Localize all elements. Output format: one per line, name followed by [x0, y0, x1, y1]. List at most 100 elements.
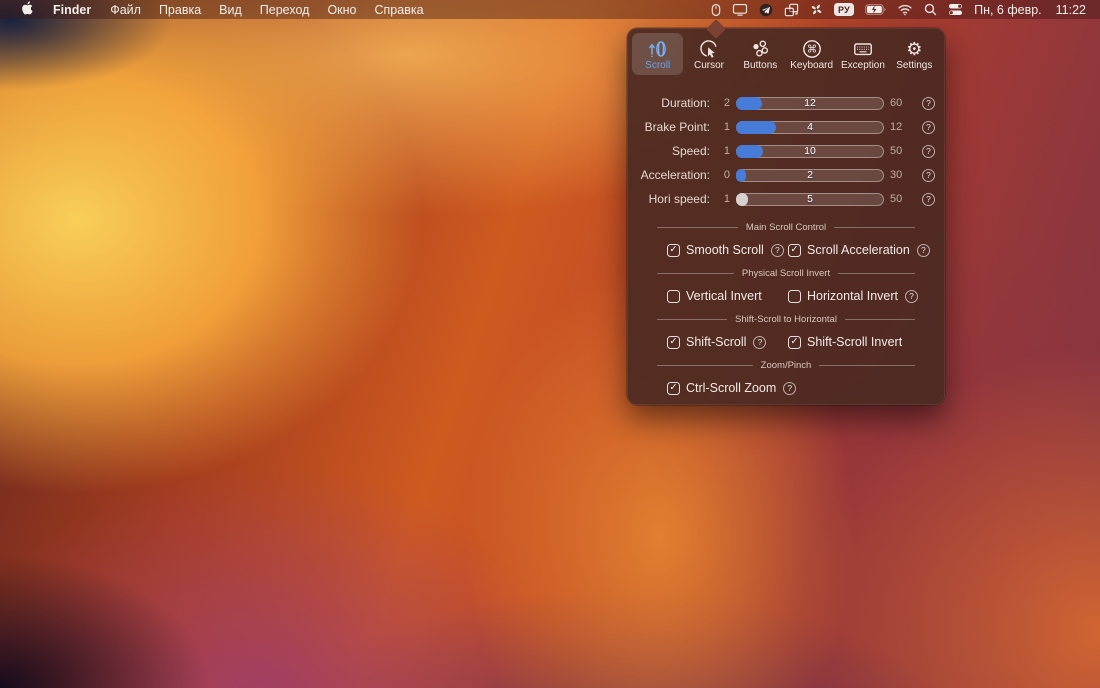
checkmark-icon: ✓ [670, 383, 678, 393]
checkbox: ✓ [788, 244, 801, 257]
help-icon[interactable]: ? [783, 382, 796, 395]
slider-label: Duration: [632, 96, 710, 110]
checkbox-ctrl-scroll-zoom[interactable]: ✓ Ctrl-Scroll Zoom ? [667, 381, 788, 395]
help-icon[interactable]: ? [922, 121, 935, 134]
checkbox-label: Smooth Scroll [686, 243, 764, 257]
menu-file[interactable]: Файл [101, 3, 150, 17]
mouse-icon[interactable] [711, 2, 721, 18]
tab-scroll[interactable]: Scroll [632, 33, 683, 75]
input-source-badge[interactable]: РУ [834, 3, 854, 16]
slider-track[interactable]: 12 [736, 97, 884, 110]
tab-label: Settings [896, 60, 932, 71]
slider-label: Acceleration: [632, 168, 710, 182]
active-app-menu[interactable]: Finder [43, 3, 101, 17]
help-icon[interactable]: ? [753, 336, 766, 349]
checkbox-scroll-acceleration[interactable]: ✓ Scroll Acceleration ? [788, 243, 945, 257]
help-glyph: ? [926, 170, 931, 180]
checkbox-label: Scroll Acceleration [807, 243, 910, 257]
section-header-main-scroll-control: Main Scroll Control [627, 221, 945, 233]
checkbox-shift-scroll-invert[interactable]: ✓ Shift-Scroll Invert ? [788, 335, 945, 349]
slider-track[interactable]: 4 [736, 121, 884, 134]
apple-menu[interactable] [11, 1, 43, 18]
slider-max-value: 50 [890, 193, 916, 205]
checkbox: ✓ [788, 336, 801, 349]
slider-label: Speed: [632, 144, 710, 158]
slider-max-value: 50 [890, 145, 916, 157]
checkbox-label: Shift-Scroll [686, 335, 746, 349]
help-glyph: ? [909, 291, 914, 301]
tab-keyboard[interactable]: ⌘ Keyboard [786, 33, 837, 75]
slider-row-brake-point: Brake Point: 1 4 12 ? [632, 115, 940, 139]
menu-bar-clock[interactable]: 11:22 [1056, 3, 1086, 17]
menu-edit[interactable]: Правка [150, 3, 210, 17]
slider-row-duration: Duration: 2 12 60 ? [632, 91, 940, 115]
section-title: Zoom/Pinch [761, 360, 812, 371]
checkbox-label: Shift-Scroll Invert [807, 335, 902, 349]
slider-row-hori-speed: Hori speed: 1 5 50 ? [632, 187, 940, 211]
menu-view[interactable]: Вид [210, 3, 251, 17]
pinwheel-icon[interactable] [810, 2, 823, 18]
slider-group: Duration: 2 12 60 ? Brake Point: 1 4 12 … [627, 91, 945, 211]
svg-text:⌘: ⌘ [806, 43, 817, 55]
window-switch-icon[interactable] [784, 2, 799, 18]
display-icon[interactable] [732, 2, 748, 18]
help-glyph: ? [775, 245, 780, 255]
help-icon[interactable]: ? [922, 193, 935, 206]
search-icon[interactable] [924, 2, 937, 18]
tab-settings[interactable]: ⚙ Settings [889, 33, 940, 75]
help-icon[interactable]: ? [922, 97, 935, 110]
help-glyph: ? [921, 245, 926, 255]
divider-line [845, 319, 915, 320]
telegram-icon[interactable] [759, 2, 773, 18]
help-icon[interactable]: ? [771, 244, 784, 257]
tab-label: Cursor [694, 60, 724, 71]
checkbox-vertical-invert[interactable]: ✓ Vertical Invert ? [667, 289, 788, 303]
tab-buttons[interactable]: Buttons [735, 33, 786, 75]
checkbox-smooth-scroll[interactable]: ✓ Smooth Scroll ? [667, 243, 788, 257]
menu-bar-left: Finder Файл Правка Вид Переход Окно Спра… [0, 1, 433, 18]
menu-bar-date[interactable]: Пн, 6 февр. [974, 3, 1042, 17]
keyboard-rect-icon [852, 37, 874, 60]
slider-label: Hori speed: [632, 192, 710, 206]
slider-label: Brake Point: [632, 120, 710, 134]
slider-current-value: 4 [736, 121, 884, 134]
checkbox: ✓ [667, 290, 680, 303]
apple-logo-icon [21, 1, 33, 18]
slider-track[interactable]: 5 [736, 193, 884, 206]
slider-min-value: 1 [716, 121, 730, 133]
slider-current-value: 5 [736, 193, 884, 206]
help-icon[interactable]: ? [922, 145, 935, 158]
help-icon[interactable]: ? [905, 290, 918, 303]
battery-charging-icon[interactable] [865, 2, 886, 18]
divider-line [819, 365, 915, 366]
slider-min-value: 1 [716, 145, 730, 157]
menu-go[interactable]: Переход [251, 3, 319, 17]
section-title: Shift-Scroll to Horizontal [735, 314, 837, 325]
cursor-icon [698, 37, 720, 60]
help-icon[interactable]: ? [922, 169, 935, 182]
checkbox-horizontal-invert[interactable]: ✓ Horizontal Invert ? [788, 289, 945, 303]
menu-window[interactable]: Окно [318, 3, 365, 17]
checkbox-shift-scroll[interactable]: ✓ Shift-Scroll ? [667, 335, 788, 349]
tab-exception[interactable]: Exception [837, 33, 888, 75]
checkbox-label: Ctrl-Scroll Zoom [686, 381, 776, 395]
menu-help[interactable]: Справка [366, 3, 433, 17]
gear-icon: ⚙ [906, 37, 922, 60]
checkmark-icon: ✓ [791, 245, 799, 255]
section-title: Main Scroll Control [746, 222, 826, 233]
slider-min-value: 1 [716, 193, 730, 205]
slider-max-value: 60 [890, 97, 916, 109]
scroll-wheel-icon [647, 37, 669, 60]
control-center-icon[interactable] [948, 2, 963, 18]
tab-label: Exception [841, 60, 885, 71]
slider-track[interactable]: 10 [736, 145, 884, 158]
tab-label: Scroll [645, 60, 670, 71]
tab-cursor[interactable]: Cursor [683, 33, 734, 75]
wifi-icon[interactable] [897, 2, 913, 18]
slider-track[interactable]: 2 [736, 169, 884, 182]
menu-bar-status-area: РУ Пн, 6 февр. 11:22 [711, 2, 1100, 18]
buttons-icon [749, 37, 771, 60]
keyboard-command-icon: ⌘ [801, 37, 823, 60]
help-icon[interactable]: ? [917, 244, 930, 257]
slider-min-value: 2 [716, 97, 730, 109]
